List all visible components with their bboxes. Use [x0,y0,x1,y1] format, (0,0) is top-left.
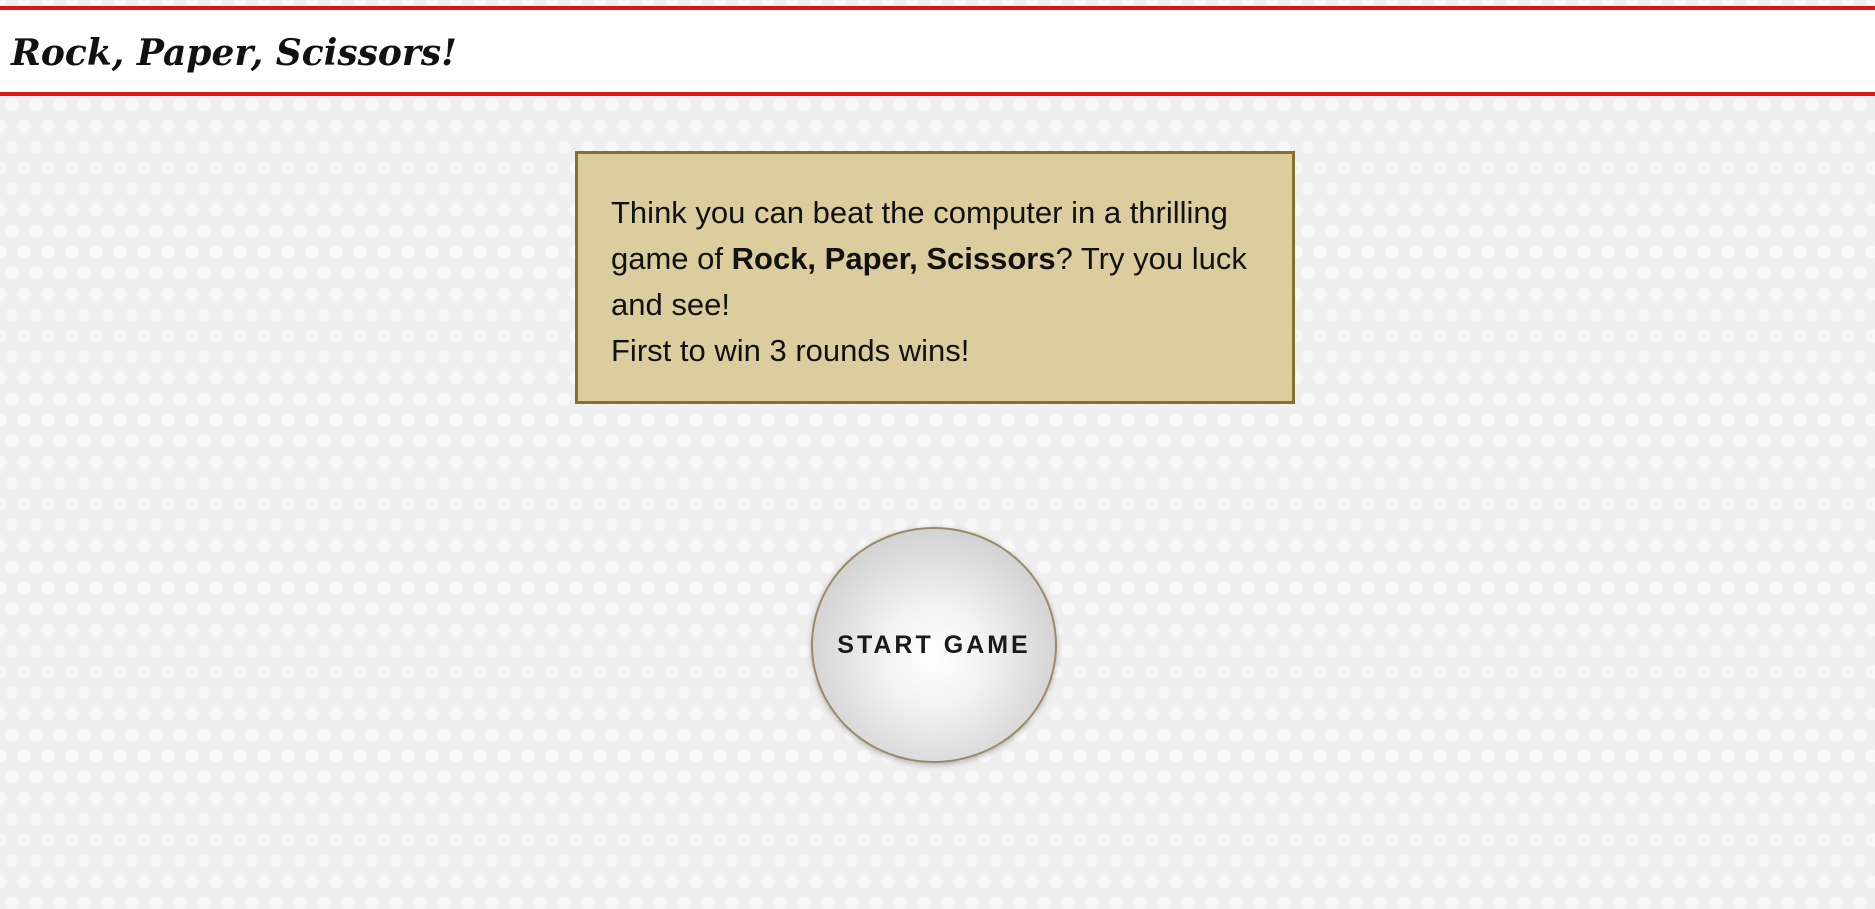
intro-text: Think you can beat the computer in a thr… [611,190,1259,328]
rules-text: First to win 3 rounds wins! [611,333,970,368]
game-name: Rock, Paper, Scissors [731,241,1056,276]
page-header: Rock, Paper, Scissors! [0,6,1875,96]
intro-box: Think you can beat the computer in a thr… [575,151,1295,404]
page-title: Rock, Paper, Scissors! [11,32,457,74]
start-game-button[interactable]: START GAME [811,527,1057,763]
